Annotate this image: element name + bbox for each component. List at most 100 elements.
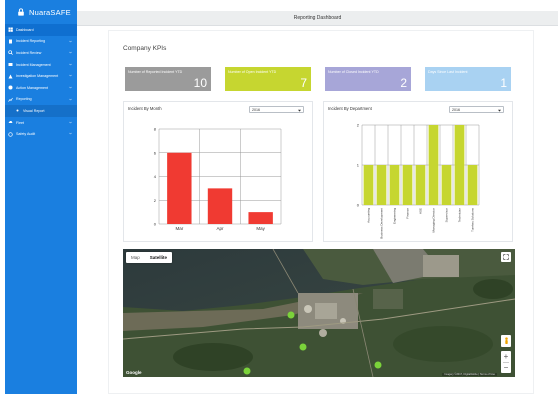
x-tick-label: May [256, 226, 265, 231]
sidebar-item-visual-report[interactable]: Visual Report [5, 105, 77, 117]
sidebar-item-label: Investigation Management [16, 74, 59, 79]
x-tick-label: Finance [406, 208, 410, 219]
chevron-down-icon [69, 63, 72, 66]
fleet-icon [8, 120, 13, 125]
y-tick-label: 6 [154, 150, 157, 155]
page-header: Reporting Dashboard [77, 11, 558, 26]
lock-icon [17, 8, 25, 16]
page-title: Reporting Dashboard [293, 15, 342, 21]
sidebar-item-label: Safety Audit [16, 132, 36, 137]
map-credit[interactable]: Imagery ©2017, DigitalGlobe | Terms of U… [442, 373, 497, 376]
street-view-pegman[interactable] [501, 335, 511, 347]
sidebar-item-incident-reporting[interactable]: Incident Reporting [5, 36, 77, 48]
action-management-icon [8, 85, 13, 90]
zoom-out-button[interactable]: − [501, 363, 511, 374]
year-select-value: 2016 [252, 108, 260, 112]
bar[interactable] [167, 152, 192, 224]
dashboard-icon [8, 27, 13, 33]
bar[interactable] [454, 125, 465, 205]
kpi-card-days-since[interactable]: Days Since Last Incident 1 [425, 67, 511, 91]
incident-marker[interactable] [374, 361, 382, 369]
bar[interactable] [441, 165, 452, 205]
x-tick-label: Technician [458, 208, 462, 223]
investigation-icon [8, 74, 13, 79]
bar[interactable] [248, 212, 273, 224]
chevron-down-icon [69, 86, 72, 89]
chevron-down-icon [69, 132, 72, 135]
bar[interactable] [363, 165, 374, 205]
incident-marker[interactable] [299, 343, 307, 351]
chart-title: Incident By Month [128, 106, 162, 111]
incident-management-icon [8, 62, 13, 67]
kpi-card-closed[interactable]: Number of Closed Incident YTD 2 [325, 67, 411, 91]
kpi-value: 7 [300, 76, 307, 90]
y-tick-label: 2 [154, 198, 157, 203]
year-select[interactable]: 2016 [249, 106, 304, 113]
sidebar-item-action-management[interactable]: Action Management [5, 82, 77, 94]
pegman-icon [504, 337, 508, 345]
visual-report-icon [15, 108, 20, 113]
map-type-satellite[interactable]: Satellite [145, 255, 172, 260]
sidebar-item-reporting[interactable]: Reporting [5, 94, 77, 106]
kpi-card-open[interactable]: Number of Open Incident YTD 7 [225, 67, 311, 91]
incident-review-icon [8, 50, 13, 56]
bar[interactable] [376, 165, 387, 205]
chevron-down-icon [69, 51, 72, 54]
bar[interactable] [428, 125, 439, 205]
kpi-label: Number of Reported Incident YTD [128, 70, 183, 74]
brand-name: NuaraSAFE [29, 7, 71, 17]
sidebar-item-incident-management[interactable]: Incident Management [5, 59, 77, 71]
sidebar-item-investigation-management[interactable]: Investigation Management [5, 70, 77, 82]
x-tick-label: Mar [175, 226, 183, 231]
x-tick-label: Apr [216, 226, 224, 231]
sidebar-item-label: Fleet [16, 120, 24, 125]
sidebar-item-label: Incident Review [16, 50, 42, 55]
sidebar-item-dashboard[interactable]: Dashboard [5, 24, 77, 36]
incident-by-month-panel: 0 2 4 6 8 Mar Apr May Incident By Month 2016 [123, 101, 313, 242]
fullscreen-button[interactable] [501, 252, 511, 262]
bar[interactable] [207, 188, 233, 224]
section-title: Company KPIs [123, 45, 167, 52]
incident-marker[interactable] [243, 367, 251, 375]
sidebar-item-label: Incident Management [16, 62, 51, 67]
chevron-down-icon [69, 74, 72, 77]
x-tick-label: Engineering [393, 208, 397, 224]
sidebar-item-fleet[interactable]: Fleet [5, 117, 77, 129]
caret-down-icon [298, 109, 301, 112]
year-select[interactable]: 2016 [449, 106, 504, 113]
kpi-value: 10 [193, 76, 207, 90]
satellite-map[interactable]: Map Satellite + − Google Imagery ©2017, … [123, 249, 515, 377]
bar[interactable] [402, 165, 413, 205]
fullscreen-icon [503, 254, 509, 260]
sidebar-item-label: Incident Reporting [16, 39, 46, 44]
bar[interactable] [467, 165, 478, 205]
incident-by-department-panel: 0 1 2 Accounting Business Development Enginee… [323, 101, 513, 242]
map-type-control: Map Satellite [126, 252, 173, 263]
y-tick-label: 4 [154, 174, 157, 179]
map-type-map[interactable]: Map [126, 255, 145, 260]
kpi-label: Number of Open Incident YTD [228, 70, 277, 74]
sidebar-item-label: Visual Report [23, 108, 45, 113]
bar[interactable] [415, 165, 426, 205]
x-tick-label: Managing Director [432, 208, 436, 233]
year-select-value: 2016 [452, 108, 460, 112]
x-tick-label: Business Development [380, 208, 384, 239]
x-tick-label: Accounting [367, 208, 371, 223]
y-tick-label: 0 [357, 203, 360, 208]
x-tick-label: Supervisor [445, 208, 449, 222]
sidebar-item-label: Dashboard [16, 27, 34, 32]
chevron-down-icon [69, 121, 72, 124]
zoom-in-button[interactable]: + [501, 351, 511, 362]
brand-logo[interactable]: NuaraSAFE [5, 0, 77, 24]
sidebar-item-safety-audit[interactable]: Safety Audit [5, 128, 77, 140]
x-tick-label: Turnkey Solutions [471, 208, 475, 232]
incident-marker[interactable] [287, 311, 295, 319]
x-tick-label: HSE [419, 208, 423, 214]
y-tick-label: 1 [357, 163, 360, 168]
kpi-card-reported[interactable]: Number of Reported Incident YTD 10 [125, 67, 211, 91]
chevron-down-icon [69, 98, 72, 101]
sidebar-item-incident-review[interactable]: Incident Review [5, 47, 77, 59]
incident-by-month-chart: 0 2 4 6 8 Mar Apr May [154, 127, 282, 231]
y-tick-label: 8 [154, 127, 157, 132]
bar[interactable] [389, 165, 400, 205]
